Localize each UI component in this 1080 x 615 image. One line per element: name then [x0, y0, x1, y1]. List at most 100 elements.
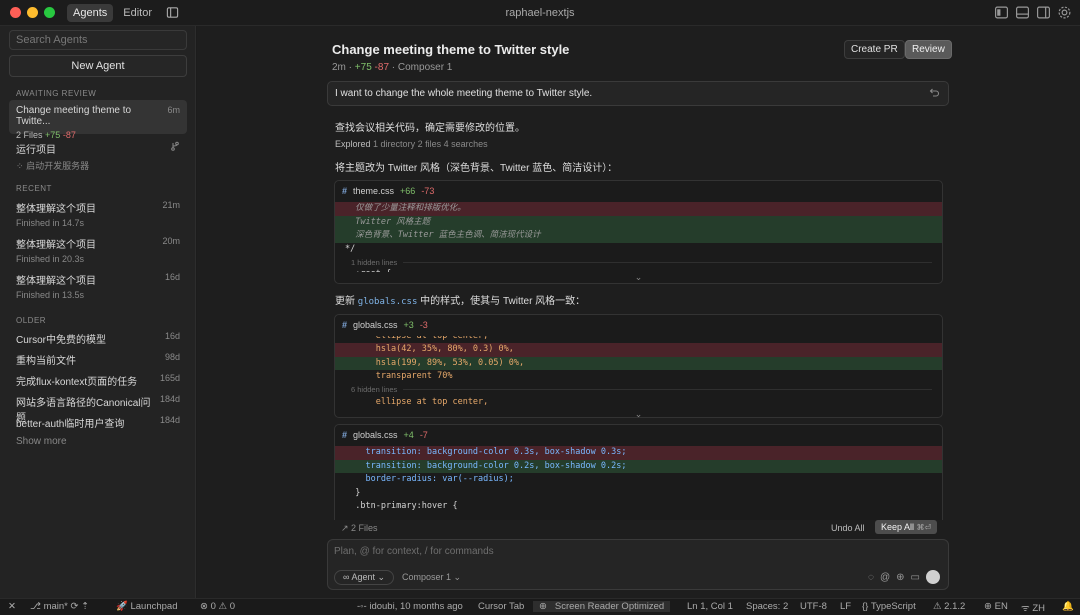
composer-input[interactable]: Plan, @ for context, / for commands: [334, 546, 494, 557]
explored-detail: 1 directory 2 files 4 searches: [373, 139, 488, 149]
maximize-window-button[interactable]: [44, 7, 55, 18]
hidden-lines-label: 6 hidden lines: [351, 385, 397, 394]
diff-added: +4: [404, 430, 414, 441]
explored-label: Explored: [335, 139, 371, 149]
mode-label: Agent: [351, 572, 375, 582]
agent-item-time: 165d: [160, 373, 180, 388]
diff-line-added: Twitter 风格主题: [335, 216, 942, 230]
cursor-tab-toggle[interactable]: Cursor Tab: [478, 601, 524, 612]
agent-item-time: 98d: [165, 352, 180, 367]
section-awaiting-review: AWAITING REVIEW: [16, 89, 96, 98]
agent-item-time: 16d: [165, 331, 180, 346]
notifications-bell-icon[interactable]: 🔔: [1062, 601, 1074, 612]
remote-icon[interactable]: ✕: [8, 601, 16, 612]
composer: Plan, @ for context, / for commands ∞ Ag…: [327, 539, 949, 590]
agent-item-time: 184d: [160, 415, 180, 430]
panel-right-icon[interactable]: [1036, 5, 1051, 20]
diff-line-removed: transition: background-color 0.3s, box-s…: [335, 446, 942, 460]
agent-item[interactable]: 整体理解这个项目16d Finished in 13.5s: [9, 272, 187, 300]
agent-item-sub: Finished in 13.5s: [16, 290, 180, 300]
encoding-setting[interactable]: UTF-8: [800, 601, 827, 612]
create-pr-button[interactable]: Create PR: [844, 40, 905, 59]
at-mention-icon[interactable]: @: [880, 572, 890, 583]
meta-model: Composer 1: [398, 62, 452, 73]
diff-line: border-radius: var(--radius);: [335, 473, 942, 487]
cursor-position[interactable]: Ln 1, Col 1: [687, 601, 733, 612]
branch-label: main*: [44, 601, 68, 612]
agent-item-title: Change meeting theme to Twitte...: [16, 105, 167, 127]
agent-item-selected[interactable]: Change meeting theme to Twitte...6m 2 Fi…: [9, 100, 187, 134]
eol-setting[interactable]: LF: [840, 601, 851, 612]
input-language-zh[interactable]: ᯤ ZH: [1021, 601, 1045, 614]
diff-header[interactable]: # globals.css +4 -7: [335, 425, 942, 446]
diff-header[interactable]: # globals.css +3 -3: [335, 315, 942, 336]
git-branch[interactable]: ⎇ main* ⟳ ⇡: [30, 601, 89, 612]
agents-sidebar: Search Agents New Agent AWAITING REVIEW …: [0, 26, 196, 598]
prompt-text: I want to change the whole meeting theme…: [335, 88, 592, 99]
agent-item[interactable]: 完成flux-kontext页面的任务165d: [9, 373, 187, 388]
agent-item[interactable]: Cursor中免费的模型16d: [9, 331, 187, 346]
settings-gear-icon[interactable]: [1057, 5, 1072, 20]
keep-all-button[interactable]: Keep All ⌘⏎: [875, 520, 937, 534]
tab-agents[interactable]: Agents: [67, 4, 113, 22]
user-prompt: I want to change the whole meeting theme…: [327, 81, 949, 106]
agent-item[interactable]: better-auth临时用户查询184d: [9, 415, 187, 430]
microphone-icon[interactable]: [926, 570, 940, 584]
spinner-icon: ⁘: [16, 161, 24, 171]
launchpad-button[interactable]: 🚀 Launchpad: [116, 601, 178, 612]
panel-bottom-icon[interactable]: [1015, 5, 1030, 20]
close-window-button[interactable]: [10, 7, 21, 18]
agent-item-time: 21m: [162, 200, 180, 215]
meta-added: +75: [355, 62, 372, 73]
agent-item[interactable]: 重构当前文件98d: [9, 352, 187, 367]
globe-icon[interactable]: ⊕: [896, 572, 904, 583]
screen-reader-toggle[interactable]: ⊕ Screen Reader Optimized: [533, 601, 670, 612]
search-agents-input[interactable]: Search Agents: [9, 30, 187, 50]
text-pre: 更新: [335, 296, 358, 307]
new-agent-button[interactable]: New Agent: [9, 55, 187, 77]
undo-all-button[interactable]: Undo All: [831, 523, 865, 533]
indentation-setting[interactable]: Spaces: 2: [746, 601, 788, 612]
toggle-sidebar-icon[interactable]: [166, 6, 179, 19]
diff-line-removed: hsla(42, 35%, 80%, 0.3) 0%,: [335, 343, 942, 357]
expand-chevron-icon[interactable]: ⌄: [335, 272, 942, 283]
layout-controls: [994, 5, 1072, 20]
keyboard-shortcut-icon: ⌘⏎: [917, 523, 932, 532]
hidden-lines-toggle[interactable]: 6 hidden lines: [335, 384, 942, 396]
model-selector[interactable]: Composer 1 ⌄: [402, 572, 461, 583]
hidden-lines-toggle[interactable]: 1 hidden lines: [335, 256, 942, 268]
input-language-en[interactable]: ⊕ EN: [984, 601, 1008, 612]
panel-left-icon[interactable]: [994, 5, 1009, 20]
chevron-down-icon: ⌄: [377, 572, 385, 582]
git-blame[interactable]: -◦- idoubi, 10 months ago: [357, 601, 463, 612]
diff-line-added: hsla(199, 89%, 53%, 0.05) 0%,: [335, 357, 942, 371]
problems-indicator[interactable]: ⊗ 0 ⚠ 0: [200, 601, 235, 612]
version-indicator[interactable]: ⚠ 2.1.2: [933, 601, 965, 612]
agent-item[interactable]: 整体理解这个项目21m Finished in 14.7s: [9, 200, 187, 228]
show-more-link[interactable]: Show more: [9, 436, 187, 447]
tab-editor[interactable]: Editor: [117, 4, 158, 22]
expand-chevron-icon[interactable]: ⌄: [335, 409, 942, 418]
agent-item[interactable]: 整体理解这个项目20m Finished in 20.3s: [9, 236, 187, 264]
diff-removed: -7: [420, 430, 428, 441]
assistant-text: 更新 globals.css 中的样式，使其与 Twitter 风格一致：: [335, 292, 585, 307]
keep-all-label: Keep All: [881, 522, 914, 532]
language-mode[interactable]: {} TypeScript: [862, 601, 916, 612]
agent-conversation: Change meeting theme to Twitter style 2m…: [197, 26, 1080, 598]
window-controls: [10, 7, 55, 18]
undo-icon[interactable]: [928, 87, 940, 99]
file-hash-icon: #: [342, 430, 347, 441]
mode-selector[interactable]: ∞ Agent ⌄: [334, 570, 394, 585]
image-icon[interactable]: ▭: [911, 572, 920, 583]
text-post: 中的样式，使其与 Twitter 风格一致：: [417, 296, 585, 307]
diff-header[interactable]: # theme.css +66 -73: [335, 181, 942, 202]
assistant-text: 查找会议相关代码，确定需要修改的位置。: [335, 119, 525, 134]
changed-files-toggle[interactable]: ↗ 2 Files: [341, 523, 378, 534]
explored-summary[interactable]: Explored 1 directory 2 files 4 searches: [335, 139, 488, 149]
diff-line: .btn-primary:hover {: [335, 500, 942, 514]
minimize-window-button[interactable]: [27, 7, 38, 18]
errors-count: 0: [211, 601, 216, 612]
review-button[interactable]: Review: [905, 40, 952, 59]
agent-item-running[interactable]: 运行项目 ⁘ 启动开发服务器: [9, 141, 187, 172]
diff-removed: -73: [421, 186, 434, 197]
